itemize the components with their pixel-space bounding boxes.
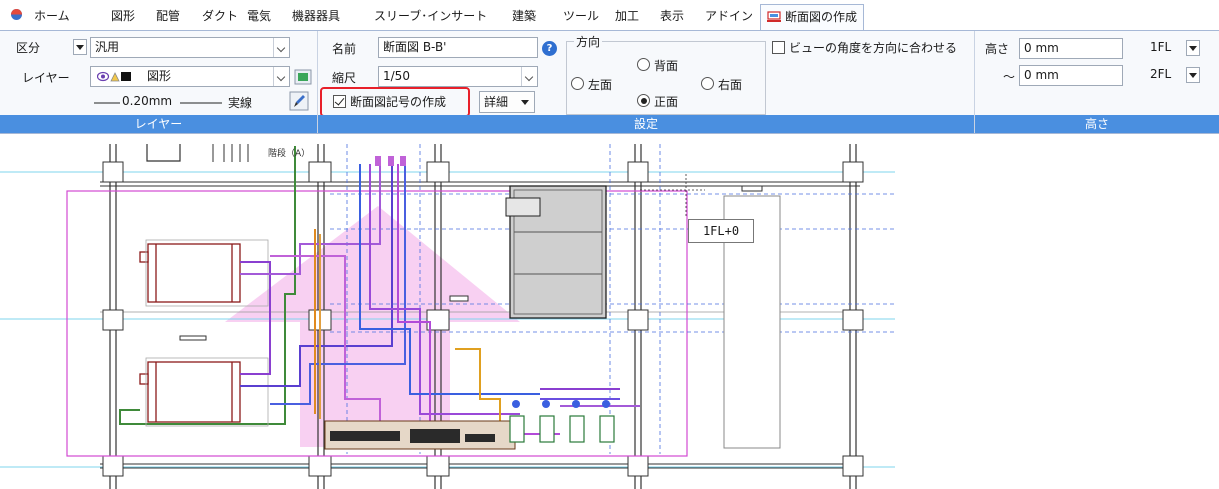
scale-label: 縮尺 [332, 71, 357, 85]
height-section: 高さ 0 mm 1FL ～ 0 mm 2FL 高さ [975, 31, 1219, 133]
menu-piping[interactable]: 配管 [156, 6, 180, 26]
layer-value: 図形 [147, 69, 172, 83]
classification-mode-dropdown[interactable] [73, 39, 87, 55]
classification-value: 汎用 [95, 40, 120, 54]
classification-label: 区分 [16, 41, 41, 55]
settings-section: 名前 断面図 B-B' ? 縮尺 1/50 断面図記号の作成 詳細 方向 左面 … [318, 31, 975, 133]
direction-title: 方向 [574, 33, 603, 50]
layer-settings-icon[interactable] [294, 68, 312, 86]
direction-left-label[interactable]: 左面 [588, 76, 612, 93]
menu-electric[interactable]: 電気 [247, 6, 271, 26]
level-tag: 1FL+0 [688, 219, 754, 243]
section-view-icon [767, 11, 781, 22]
height-from-value: 0 mm [1024, 41, 1059, 55]
menu-equipment[interactable]: 機器器具 [292, 6, 340, 26]
line-type-sample [180, 102, 222, 104]
scale-value: 1/50 [383, 69, 410, 83]
line-weight-value[interactable]: 0.20mm [122, 94, 172, 108]
layer-select[interactable]: 図形 [90, 66, 290, 87]
align-view-checkbox[interactable] [772, 41, 785, 54]
menu-processing[interactable]: 加工 [615, 6, 639, 26]
align-view-label[interactable]: ビューの角度を方向に合わせる [789, 39, 957, 56]
menu-architecture[interactable]: 建築 [512, 6, 536, 26]
help-icon[interactable]: ? [542, 41, 557, 56]
caret-down-icon [521, 100, 529, 105]
scale-select[interactable]: 1/50 [378, 66, 538, 87]
chevron-down-icon[interactable] [521, 67, 537, 86]
create-symbol-label[interactable]: 断面図記号の作成 [350, 93, 446, 110]
classification-select[interactable]: 汎用 [90, 37, 290, 58]
height-range-label: ～ [1003, 70, 1016, 84]
menu-sleeve-insert[interactable]: スリーブ･インサート [374, 6, 487, 26]
ribbon: 区分 汎用 レイヤー 図形 0.20mm 実線 レイヤー 名前 断面図 B-B'… [0, 30, 1219, 134]
from-level-dropdown[interactable] [1186, 40, 1200, 56]
to-level-dropdown[interactable] [1186, 67, 1200, 83]
height-from-input[interactable]: 0 mm [1019, 38, 1123, 59]
chevron-down-icon[interactable] [273, 38, 289, 57]
direction-back-radio[interactable] [637, 58, 650, 71]
height-to-level: 2FL [1150, 67, 1172, 81]
cad-drawing: 階段（A） [0, 144, 895, 489]
direction-right-radio[interactable] [701, 77, 714, 90]
height-label: 高さ [985, 42, 1010, 56]
line-type-value[interactable]: 実線 [228, 94, 252, 111]
layer-state-icons [97, 71, 131, 82]
drawing-canvas[interactable]: 階段（A） 1FL+0 [0, 134, 1219, 489]
stair-label: 階段（A） [268, 147, 310, 159]
name-input[interactable]: 断面図 B-B' [378, 37, 538, 58]
direction-back-label[interactable]: 背面 [654, 57, 678, 74]
settings-section-footer: 設定 [318, 115, 974, 133]
menu-duct[interactable]: ダクト [202, 6, 238, 26]
direction-front-label[interactable]: 正面 [654, 93, 678, 110]
detail-button[interactable]: 詳細 [479, 91, 535, 113]
menu-addin[interactable]: アドイン [705, 6, 753, 26]
direction-right-label[interactable]: 右面 [718, 76, 742, 93]
direction-left-radio[interactable] [571, 77, 584, 90]
height-to-input[interactable]: 0 mm [1019, 65, 1123, 86]
brush-icon[interactable] [289, 91, 309, 111]
chevron-down-icon[interactable] [273, 67, 289, 86]
name-label: 名前 [332, 42, 357, 56]
menu-view[interactable]: 表示 [660, 6, 684, 26]
tab-create-section[interactable]: 断面図の作成 [760, 4, 865, 30]
create-symbol-checkbox[interactable] [333, 95, 346, 108]
line-weight-sample [94, 102, 120, 104]
menu-bar: ホーム 図形 配管 ダクト 電気 機器器具 スリーブ･インサート 建築 ツール … [0, 0, 1219, 30]
height-section-footer: 高さ [975, 115, 1219, 133]
height-to-value: 0 mm [1024, 68, 1059, 82]
app-logo-icon[interactable] [10, 8, 23, 21]
menu-home[interactable]: ホーム [34, 6, 70, 26]
direction-front-radio[interactable] [637, 94, 650, 107]
layer-label: レイヤー [22, 71, 70, 85]
layer-section: 区分 汎用 レイヤー 図形 0.20mm 実線 レイヤー [0, 31, 318, 133]
layer-section-footer: レイヤー [0, 115, 317, 133]
name-value: 断面図 B-B' [383, 40, 447, 54]
detail-button-label: 詳細 [484, 95, 509, 109]
tab-create-section-label: 断面図の作成 [785, 10, 858, 24]
height-from-level: 1FL [1150, 40, 1172, 54]
menu-shape[interactable]: 図形 [111, 6, 135, 26]
menu-tools[interactable]: ツール [563, 6, 599, 26]
